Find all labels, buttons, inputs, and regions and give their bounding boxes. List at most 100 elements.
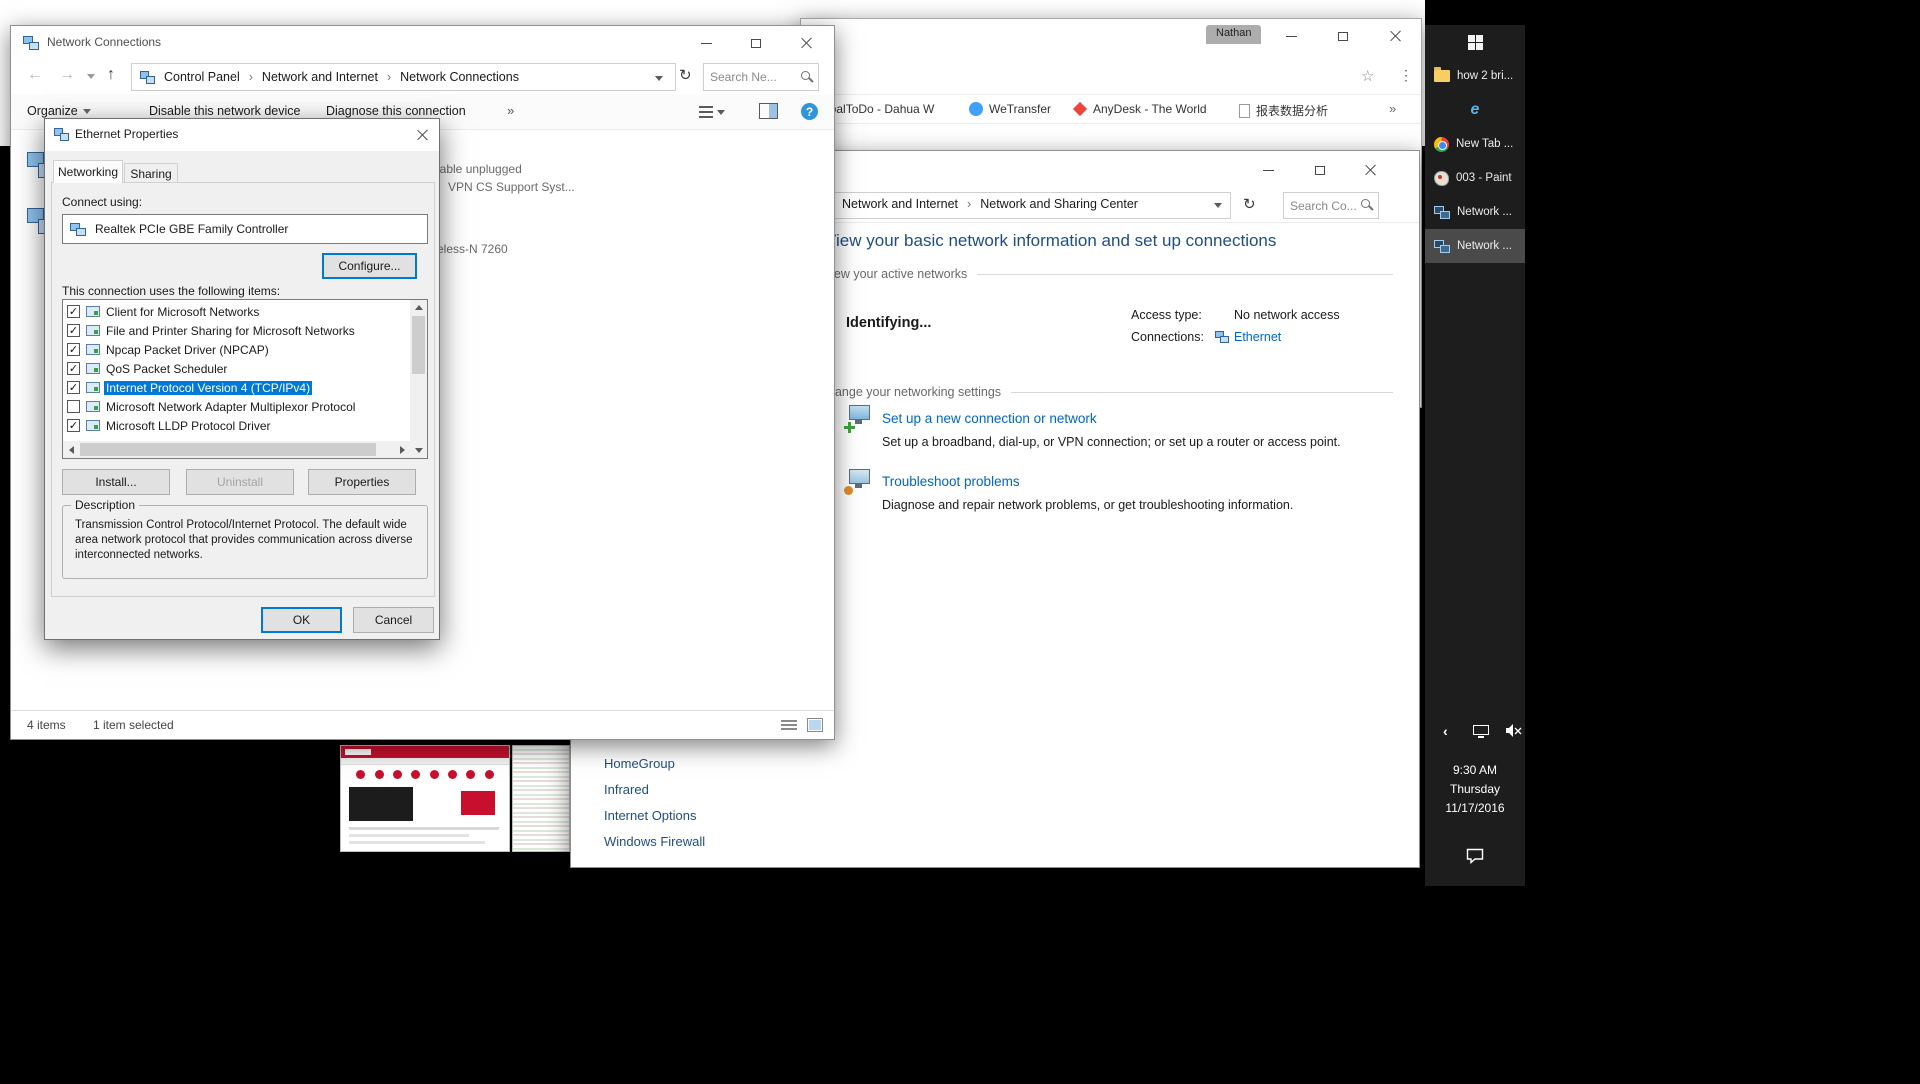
organize-button[interactable]: Organize	[27, 104, 91, 118]
disable-device-button[interactable]: Disable this network device	[149, 104, 300, 118]
scroll-right-button[interactable]	[394, 441, 410, 458]
cancel-button[interactable]: Cancel	[353, 607, 434, 633]
address-box[interactable]: Control Panel › Network and Internet › N…	[131, 63, 676, 91]
show-hidden-icons-button[interactable]: ‹	[1443, 723, 1448, 739]
volume-muted-icon[interactable]	[1505, 723, 1522, 743]
taskbar-item-label: Network ...	[1457, 240, 1512, 252]
taskbar-item-ie[interactable]: e	[1425, 93, 1525, 127]
checkbox[interactable]: ✓	[67, 362, 80, 375]
properties-button[interactable]: Properties	[308, 469, 416, 495]
browser-profile-badge[interactable]: Nathan	[1206, 25, 1261, 44]
details-view-toggle-icon[interactable]	[781, 719, 797, 732]
action-center-button[interactable]	[1425, 843, 1525, 869]
webpage-thumbnail[interactable]	[340, 745, 510, 852]
list-item[interactable]: Microsoft Network Adapter Multiplexor Pr…	[65, 398, 409, 417]
diagnose-connection-button[interactable]: Diagnose this connection	[326, 104, 466, 118]
breadcrumb-item[interactable]: Control Panel	[164, 70, 240, 84]
see-also-homegroup-link[interactable]: HomeGroup	[604, 756, 675, 771]
breadcrumb-item[interactable]: Network Connections	[400, 70, 519, 84]
breadcrumb-item[interactable]: Network and Sharing Center	[980, 197, 1138, 211]
up-icon[interactable]: ↑	[107, 66, 115, 84]
list-item[interactable]: ✓ File and Printer Sharing for Microsoft…	[65, 322, 409, 341]
list-item[interactable]: ✓ Microsoft LLDP Protocol Driver	[65, 417, 409, 436]
connections-label: Connections:	[1131, 330, 1204, 344]
maximize-button[interactable]	[1294, 157, 1345, 183]
taskbar-item-browser[interactable]: New Tab ...	[1425, 127, 1525, 161]
list-item[interactable]: ✓ Client for Microsoft Networks	[65, 303, 409, 322]
help-icon[interactable]: ?	[801, 103, 818, 120]
close-button[interactable]	[781, 28, 831, 58]
address-dropdown-icon[interactable]	[1214, 203, 1222, 208]
see-also-internet-options-link[interactable]: Internet Options	[604, 808, 697, 823]
list-item[interactable]: ✓ Npcap Packet Driver (NPCAP)	[65, 341, 409, 360]
recent-pages-icon[interactable]	[87, 74, 95, 79]
scroll-down-button[interactable]	[410, 443, 427, 458]
lldp-protocol-icon	[86, 420, 100, 431]
networking-tab-page: Connect using: Realtek PCIe GBE Family C…	[51, 182, 435, 597]
list-item-selected[interactable]: ✓ Internet Protocol Version 4 (TCP/IPv4)	[65, 379, 409, 398]
see-also-infrared-link[interactable]: Infrared	[604, 782, 649, 797]
start-button[interactable]	[1425, 25, 1525, 59]
view-list-icon[interactable]	[699, 105, 725, 119]
scrollbar-thumb[interactable]	[80, 443, 376, 456]
document-thumbnail[interactable]	[512, 745, 570, 852]
checkbox[interactable]: ✓	[67, 324, 80, 337]
scroll-left-button[interactable]	[63, 441, 79, 458]
see-also-windows-firewall-link[interactable]: Windows Firewall	[604, 834, 705, 849]
network-tray-icon[interactable]	[1473, 725, 1490, 739]
maximize-button[interactable]	[731, 28, 781, 58]
checkbox[interactable]: ✓	[67, 381, 80, 394]
uninstall-button[interactable]: Uninstall	[186, 469, 294, 495]
taskbar-item-explorer[interactable]: how 2 bri...	[1425, 59, 1525, 93]
minimize-button[interactable]	[1243, 157, 1294, 183]
minimize-button[interactable]	[681, 28, 731, 58]
bookmarks-overflow-icon[interactable]: »	[1389, 101, 1396, 116]
checkbox[interactable]: ✓	[67, 305, 80, 318]
thumbnail-icon-row	[341, 765, 509, 783]
address-dropdown-icon[interactable]	[655, 76, 663, 81]
taskbar-clock[interactable]: 9:30 AM Thursday 11/17/2016	[1425, 761, 1525, 818]
tab-networking[interactable]: Networking	[53, 160, 123, 183]
breadcrumb-item[interactable]: Network and Internet	[842, 197, 958, 211]
ok-button[interactable]: OK	[261, 607, 342, 633]
back-icon[interactable]: ←	[27, 66, 43, 84]
preview-pane-icon[interactable]	[759, 103, 778, 119]
adapter-name-box: Realtek PCIe GBE Family Controller	[62, 214, 428, 244]
bookmark-star-icon[interactable]: ☆	[1361, 67, 1374, 85]
configure-button[interactable]: Configure...	[322, 253, 417, 279]
breadcrumb-item[interactable]: Network and Internet	[262, 70, 378, 84]
bookmark-item[interactable]: AnyDesk - The World	[1073, 102, 1207, 116]
vertical-scrollbar[interactable]	[410, 300, 427, 458]
horizontal-scrollbar[interactable]	[63, 441, 410, 458]
checkbox[interactable]: ✓	[67, 343, 80, 356]
thumbnail-view-toggle-icon[interactable]	[807, 718, 823, 732]
toolbar-overflow-icon[interactable]: »	[507, 103, 514, 118]
close-button[interactable]	[1369, 23, 1421, 49]
bookmark-item[interactable]: WeTransfer	[969, 102, 1051, 116]
taskbar-item-network-1[interactable]: Network ...	[1425, 195, 1525, 229]
close-button[interactable]	[403, 119, 441, 151]
taskbar-item-paint[interactable]: 003 - Paint	[1425, 161, 1525, 195]
breadcrumb-separator: ›	[249, 70, 253, 84]
bookmark-item[interactable]: 报表数据分析	[1239, 102, 1328, 119]
maximize-button[interactable]	[1317, 23, 1369, 49]
minimize-button[interactable]	[1265, 23, 1317, 49]
forward-icon[interactable]: →	[59, 66, 75, 84]
refresh-icon[interactable]: ↻	[1243, 195, 1256, 213]
ethernet-connection-link[interactable]: Ethernet	[1234, 330, 1281, 344]
scroll-up-button[interactable]	[410, 300, 427, 315]
list-item[interactable]: ✓ QoS Packet Scheduler	[65, 360, 409, 379]
troubleshoot-link[interactable]: Troubleshoot problems	[882, 474, 1020, 489]
setup-connection-link[interactable]: Set up a new connection or network	[882, 411, 1097, 426]
checkbox[interactable]	[67, 400, 80, 413]
browser-menu-icon[interactable]: ⋮	[1399, 67, 1413, 84]
refresh-icon[interactable]: ↻	[679, 66, 692, 84]
breadcrumb: Network and Internet › Network and Shari…	[842, 197, 1138, 211]
scrollbar-thumb[interactable]	[412, 316, 425, 374]
close-button[interactable]	[1345, 157, 1396, 183]
checkbox[interactable]: ✓	[67, 419, 80, 432]
tab-sharing[interactable]: Sharing	[124, 163, 178, 183]
install-button[interactable]: Install...	[62, 469, 170, 495]
thumbnail-logo	[345, 749, 371, 755]
taskbar-item-network-2[interactable]: Network ...	[1425, 229, 1525, 263]
